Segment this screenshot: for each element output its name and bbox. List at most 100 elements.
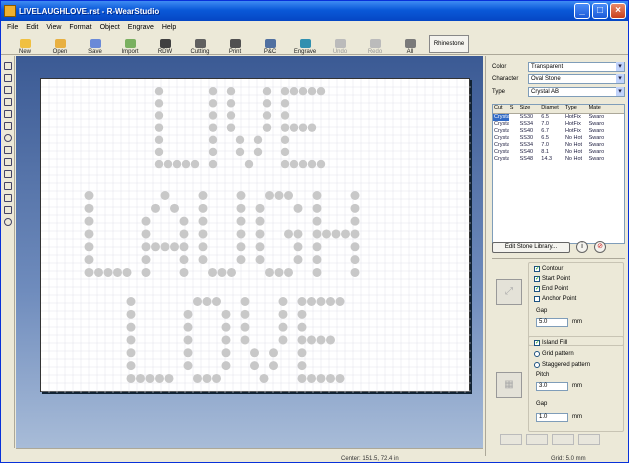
color-select[interactable]: Transparent — [528, 62, 625, 72]
rhinestone — [226, 123, 236, 132]
action-button-1[interactable] — [500, 434, 522, 445]
start-point-checkbox[interactable]: ✓ Start Point — [534, 276, 570, 282]
action-button-4[interactable] — [578, 434, 600, 445]
close-button[interactable]: × — [610, 3, 626, 19]
table-row[interactable]: CrystalSS306.5No HotSwaro — [493, 135, 624, 142]
character-select[interactable]: Oval Stone — [528, 74, 625, 84]
horizontal-scrollbar[interactable] — [16, 448, 483, 456]
gap2-input[interactable]: 1.0 — [536, 413, 568, 422]
table-row[interactable]: CrystalSS4814.3No HotSwaro — [493, 156, 624, 163]
new-button[interactable]: New — [9, 33, 41, 55]
menu-file[interactable]: File — [7, 24, 18, 31]
pitch-input[interactable]: 3.0 — [536, 382, 568, 391]
rhinestone — [227, 267, 236, 277]
rhinestone — [312, 203, 322, 213]
rectangle-tool-icon[interactable] — [3, 122, 12, 130]
action-button-2[interactable] — [526, 434, 548, 445]
column-header[interactable]: Diamet — [540, 105, 564, 113]
transform-tool-icon[interactable] — [3, 86, 12, 94]
import-button[interactable]: Import — [114, 33, 146, 55]
new-file-icon — [19, 39, 31, 48]
node-tool-icon[interactable] — [3, 74, 12, 82]
minimize-button[interactable]: _ — [574, 3, 590, 19]
fill-apply-button[interactable]: ▦ — [496, 372, 522, 398]
type-select[interactable]: Crystal AB — [528, 87, 625, 97]
ellipse-tool-icon[interactable] — [3, 134, 12, 142]
rhinestone-design[interactable] — [41, 79, 471, 393]
action-button-3[interactable] — [552, 434, 574, 445]
maximize-button[interactable]: □ — [592, 3, 608, 19]
menu-object[interactable]: Object — [100, 24, 120, 31]
design-page[interactable] — [40, 78, 471, 393]
menu-view[interactable]: View — [46, 24, 61, 31]
menu-edit[interactable]: Edit — [26, 24, 38, 31]
contour-apply-button[interactable]: ⤢ — [496, 279, 522, 305]
all-button[interactable]: All — [394, 33, 426, 55]
rhinestone — [280, 147, 290, 157]
rhinestone — [172, 159, 182, 169]
open-button[interactable]: Open — [44, 33, 76, 55]
polygon-tool-icon[interactable] — [3, 146, 12, 154]
rdw-button[interactable]: RDW — [149, 33, 181, 55]
stone-tool-icon[interactable] — [3, 218, 12, 226]
rhinestone — [278, 335, 288, 345]
status-grid: Grid: 5.0 mm — [551, 456, 586, 462]
table-row[interactable]: CrystalSS406.7HotFixSwaro — [493, 128, 624, 135]
zoom-tool-icon[interactable] — [3, 98, 12, 106]
rhinestone — [126, 348, 136, 358]
menu-help[interactable]: Help — [162, 24, 176, 31]
column-header[interactable]: Type — [564, 105, 588, 113]
word-love[interactable] — [126, 297, 345, 383]
rhinestone — [274, 267, 284, 277]
column-header[interactable]: S — [509, 105, 519, 113]
info-icon[interactable]: i — [576, 241, 588, 253]
gap-input[interactable]: 5.0 — [536, 318, 568, 327]
rhinestone — [236, 216, 246, 226]
redo-button[interactable]: Redo — [359, 33, 391, 55]
word-laugh[interactable] — [84, 191, 360, 277]
eraser-tool-icon[interactable] — [3, 206, 12, 214]
select-tool-icon[interactable] — [3, 62, 12, 70]
stone-table: CutSSizeDiametTypeMate CrystalSS306.5Hot… — [492, 104, 625, 244]
text-tool-icon[interactable] — [3, 110, 12, 118]
staggered-pattern-radio[interactable]: Staggered pattern — [534, 362, 590, 368]
curve-tool-icon[interactable] — [3, 182, 12, 190]
grid-pattern-radio[interactable]: Grid pattern — [534, 351, 574, 357]
stop-icon[interactable]: ⊘ — [594, 241, 606, 253]
rhinestone — [307, 373, 316, 383]
table-row[interactable]: CrystalSS347.0No HotSwaro — [493, 142, 624, 149]
column-header[interactable]: Size — [519, 105, 541, 113]
column-header[interactable]: Mate — [588, 105, 624, 113]
line-tool-icon[interactable] — [3, 170, 12, 178]
star-tool-icon[interactable] — [3, 158, 12, 166]
rhinestone — [236, 255, 246, 265]
menu-format[interactable]: Format — [69, 24, 91, 31]
contour-checkbox[interactable]: ✓ Contour — [534, 266, 563, 272]
end-point-checkbox[interactable]: ✓ End Point — [534, 286, 568, 292]
rhinestone — [208, 123, 218, 132]
undo-button[interactable]: Undo — [324, 33, 356, 55]
engrave-button[interactable]: Engrave — [289, 33, 321, 55]
table-row[interactable]: CrystalSS306.5HotFixSwaro — [493, 114, 624, 121]
rhinestone — [350, 229, 360, 239]
print-button[interactable]: Print — [219, 33, 251, 55]
table-row[interactable]: CrystalSS347.0HotFixSwaro — [493, 121, 624, 128]
rhinestone — [84, 267, 94, 277]
canvas-area[interactable] — [16, 56, 483, 448]
word-live[interactable] — [154, 87, 326, 169]
menu-engrave[interactable]: Engrave — [128, 24, 154, 31]
anchor-point-checkbox[interactable]: Anchor Point — [534, 296, 576, 302]
rhinestone — [181, 159, 191, 169]
save-button[interactable]: Save — [79, 33, 111, 55]
rhinestone-dropdown[interactable]: Rhinestone — [429, 35, 469, 53]
pc-button[interactable]: P&C — [254, 33, 286, 55]
rhinestone — [208, 159, 218, 169]
edit-stone-library-button[interactable]: Edit Stone Library... — [492, 242, 570, 253]
rhinestone — [307, 159, 317, 169]
island-fill-checkbox[interactable]: ✓ Island Fill — [534, 340, 567, 346]
column-header[interactable]: Cut — [493, 105, 509, 113]
rhinestone — [154, 147, 164, 157]
cutting-button[interactable]: Cutting — [184, 33, 216, 55]
pen-tool-icon[interactable] — [3, 194, 12, 202]
table-row[interactable]: CrystalSS408.1No HotSwaro — [493, 149, 624, 156]
